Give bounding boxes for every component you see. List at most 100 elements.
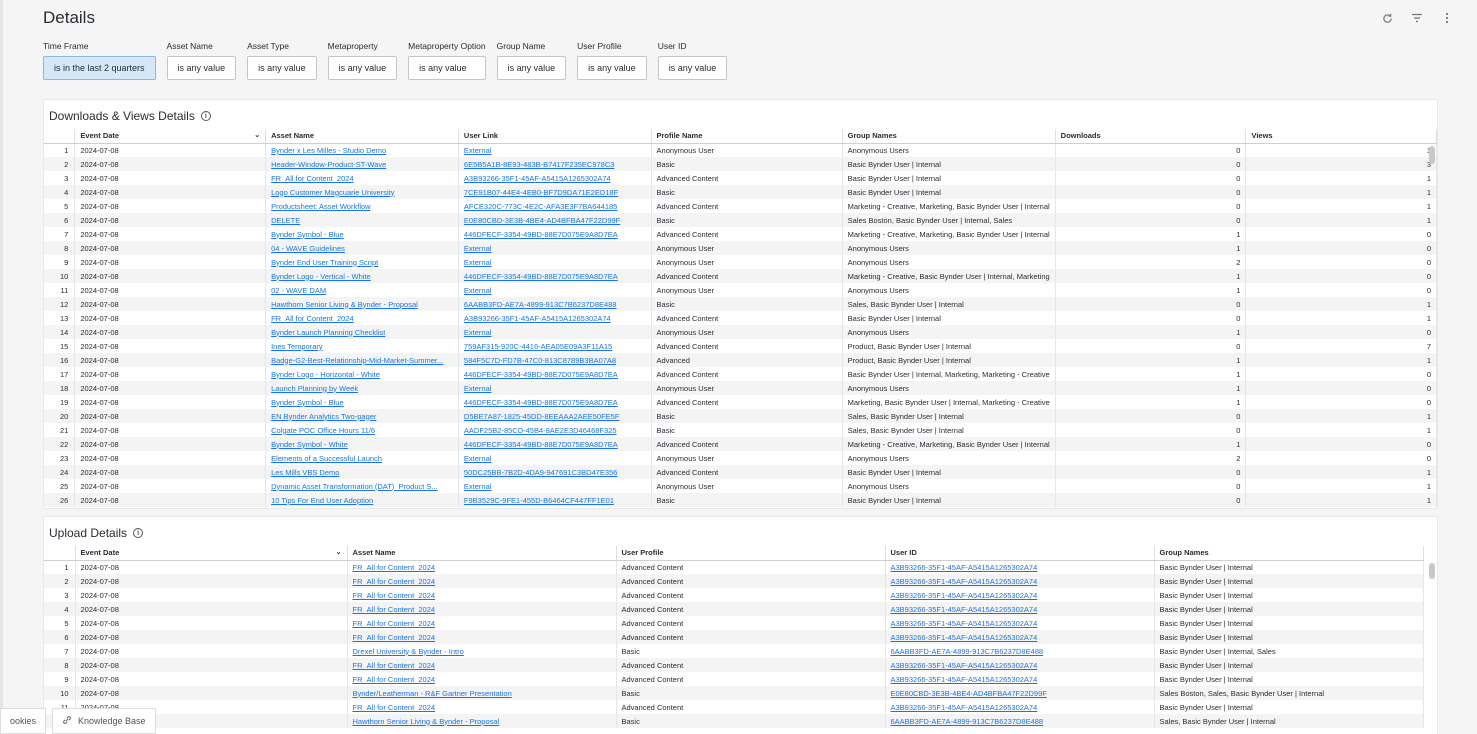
table-cell[interactable]: A3B93266-35F1-45AF-A5415A1265302A74	[885, 588, 1155, 602]
table-cell[interactable]: FR_All for Content_2024	[265, 171, 459, 185]
downloads-scrollbar[interactable]	[1429, 146, 1435, 164]
table-cell[interactable]: Ines Temporary	[265, 339, 459, 353]
table-cell[interactable]: External	[458, 381, 652, 395]
table-cell[interactable]: 446DFECF-3354-49BD-88E7D075E9A8D7EA	[458, 269, 652, 283]
table-cell[interactable]: A3B93266-35F1-45AF-A5415A1265302A74	[885, 658, 1155, 672]
column-header[interactable]: Event Date ⌄	[74, 129, 267, 144]
table-cell[interactable]: Drexel University & Bynder - Intro	[347, 644, 617, 658]
table-cell[interactable]: Hawthorn Senior Living & Bynder - Propos…	[265, 297, 459, 311]
sort-caret-icon[interactable]: ⌄	[336, 548, 342, 556]
column-header[interactable]: Group Names	[1154, 546, 1424, 561]
table-cell[interactable]: External	[458, 479, 652, 493]
table-cell[interactable]: FR_All for Content_2024	[347, 560, 617, 574]
table-cell[interactable]: Bynder Symbol - Blue	[265, 227, 459, 241]
table-cell[interactable]: External	[458, 283, 652, 297]
table-cell[interactable]: E0E80CBD-3E3B-4BE4-AD4BFBA47F22D99F	[458, 213, 652, 227]
column-header[interactable]: Asset Name	[265, 129, 459, 144]
table-cell[interactable]: A3B93266-35F1-45AF-A5415A1265302A74	[885, 630, 1155, 644]
table-cell[interactable]: A3B93266-35F1-45AF-A5415A1265302A74	[885, 616, 1155, 630]
table-cell[interactable]: FR_All for Content_2024	[347, 658, 617, 672]
column-header[interactable]: Event Date ⌄	[75, 546, 348, 561]
table-cell[interactable]: A3B93266-35F1-45AF-A5415A1265302A74	[885, 672, 1155, 686]
table-cell[interactable]: 6AABB3FD-AE7A-4899-913C7B6237D8E488	[885, 714, 1155, 728]
column-header[interactable]: Downloads	[1055, 129, 1247, 144]
table-cell[interactable]: 6E5B5A1B-8E93-483B-B7417F235EC978C3	[458, 157, 652, 171]
table-cell[interactable]: Elements of a Successful Launch	[265, 451, 459, 465]
table-cell[interactable]: AFCE320C-773C-4E2C-AFA3E3F7BA644185	[458, 199, 652, 213]
column-header[interactable]: User Profile	[616, 546, 886, 561]
table-cell[interactable]: Bynder/Leatherman - R&F Gartner Presenta…	[347, 686, 617, 700]
column-header[interactable]: Asset Name	[347, 546, 617, 561]
table-cell[interactable]: Bynder End User Training Script	[265, 255, 459, 269]
table-cell[interactable]: 50DC25BB-7B2D-4DA9-947691C3BD47E356	[458, 465, 652, 479]
table-cell[interactable]: External	[458, 143, 652, 157]
table-cell[interactable]: 6AABB3FD-AE7A-4899-913C7B6237D8E488	[458, 297, 652, 311]
filter-value-button[interactable]: is any value	[327, 56, 398, 80]
filter-value-button[interactable]: is any value	[408, 56, 486, 80]
table-cell[interactable]: 759AF315-920C-4416-AEA05E09A3F11A15	[458, 339, 652, 353]
table-cell[interactable]: FR_All for Content_2024	[347, 588, 617, 602]
table-cell[interactable]: 446DFECF-3354-49BD-88E7D075E9A8D7EA	[458, 227, 652, 241]
table-cell[interactable]: 6AABB3FD-AE7A-4899-913C7B6237D8E488	[885, 644, 1155, 658]
upload-scrollbar[interactable]	[1429, 563, 1435, 579]
table-cell[interactable]: AADF25B2-85CD-45B4-8AE2E3D46468F325	[458, 423, 652, 437]
table-cell[interactable]: Bynder Logo - Vertical - White	[265, 269, 459, 283]
table-cell[interactable]: DELETE	[265, 213, 459, 227]
table-cell[interactable]: FR_All for Content_2024	[347, 700, 617, 714]
table-cell[interactable]: 7CE91B07-44E4-4EB0-BF7D9DA71E2ED18F	[458, 185, 652, 199]
table-cell[interactable]: 446DFECF-3354-49BD-88E7D075E9A8D7EA	[458, 437, 652, 451]
filter-value-button[interactable]: is any value	[166, 56, 237, 80]
cookies-button[interactable]: ookies	[0, 708, 47, 734]
column-header[interactable]: User Link	[458, 129, 652, 144]
table-cell[interactable]: FR_All for Content_2024	[265, 311, 459, 325]
table-cell[interactable]: A3B93266-35F1-45AF-A5415A1265302A74	[885, 560, 1155, 574]
table-cell[interactable]: EN Bynder Analytics Two-pager	[265, 409, 459, 423]
table-cell[interactable]: Logo Customer Magcuarie University	[265, 185, 459, 199]
more-vertical-icon[interactable]	[1439, 10, 1455, 26]
table-cell[interactable]: External	[458, 255, 652, 269]
table-cell[interactable]: Les Mills VBS Demo	[265, 465, 459, 479]
table-cell[interactable]: E0E80CBD-3E3B-4BE4-AD4BFBA47F22D99F	[885, 686, 1155, 700]
table-cell[interactable]: 02 - WAVE DAM	[265, 283, 459, 297]
column-header[interactable]: User ID	[885, 546, 1155, 561]
sort-caret-icon[interactable]: ⌄	[254, 131, 260, 139]
table-cell[interactable]: 446DFECF-3354-49BD-88E7D075E9A8D7EA	[458, 395, 652, 409]
filter-icon[interactable]	[1409, 10, 1425, 26]
table-cell[interactable]: A3B93266-35F1-45AF-A5415A1265302A74	[885, 574, 1155, 588]
table-cell[interactable]: Badge-G2-Best-Relationship-Mid-Market-Su…	[265, 353, 459, 367]
table-cell[interactable]: Colgate POC Office Hours 11/6	[265, 423, 459, 437]
filter-value-button[interactable]: is any value	[496, 56, 567, 80]
table-cell[interactable]: FR_All for Content_2024	[347, 630, 617, 644]
table-cell[interactable]: Hawthorn Senior Living & Bynder - Propos…	[347, 714, 617, 728]
table-cell[interactable]: Bynder Logo - Horizontal - White	[265, 367, 459, 381]
table-cell[interactable]: FR_All for Content_2024	[347, 574, 617, 588]
table-cell[interactable]: Dynamic Asset Transformation (DAT)_Produ…	[265, 479, 459, 493]
table-cell[interactable]: FR_All for Content_2024	[347, 602, 617, 616]
table-cell[interactable]: External	[458, 451, 652, 465]
filter-value-button[interactable]: is in the last 2 quarters	[43, 56, 156, 80]
table-cell[interactable]: 04 - WAVE Guidelines	[265, 241, 459, 255]
table-cell[interactable]: 446DFECF-3354-49BD-88E7D075E9A8D7EA	[458, 367, 652, 381]
filter-value-button[interactable]: is any value	[247, 56, 317, 80]
filter-value-button[interactable]: is any value	[577, 56, 647, 80]
info-icon[interactable]: i	[133, 528, 144, 538]
table-cell[interactable]: FR_All for Content_2024	[347, 616, 617, 630]
table-cell[interactable]: F9B3529C-9FE1-455D-B6464CF447FF1E01	[458, 493, 652, 507]
table-cell[interactable]: Productsheet: Asset Workflow	[265, 199, 459, 213]
refresh-icon[interactable]	[1379, 10, 1395, 26]
table-cell[interactable]: A3B93266-35F1-45AF-A5415A1265302A74	[458, 311, 652, 325]
table-cell[interactable]: A3B93266-35F1-45AF-A5415A1265302A74	[885, 700, 1155, 714]
knowledge-base-button[interactable]: Knowledge Base	[52, 708, 156, 734]
table-cell[interactable]: Bynder Symbol - Blue	[265, 395, 459, 409]
table-cell[interactable]: A3B93266-35F1-45AF-A5415A1265302A74	[885, 602, 1155, 616]
column-header[interactable]: Views	[1245, 129, 1437, 144]
info-icon[interactable]: i	[200, 111, 211, 121]
table-cell[interactable]: External	[458, 325, 652, 339]
table-cell[interactable]: 584F5C7D-FD7B-47C0-813C8789B3BA07A8	[458, 353, 652, 367]
table-cell[interactable]: D5BE7A87-1825-45DD-8EEAAA2AEE50FE5F	[458, 409, 652, 423]
column-header[interactable]: Profile Name	[651, 129, 843, 144]
table-cell[interactable]: A3B93266-35F1-45AF-A5415A1265302A74	[458, 171, 652, 185]
column-header[interactable]: Group Names	[842, 129, 1056, 144]
table-cell[interactable]: Bynder Launch Planning Checklist	[265, 325, 459, 339]
filter-value-button[interactable]: is any value	[657, 56, 728, 80]
